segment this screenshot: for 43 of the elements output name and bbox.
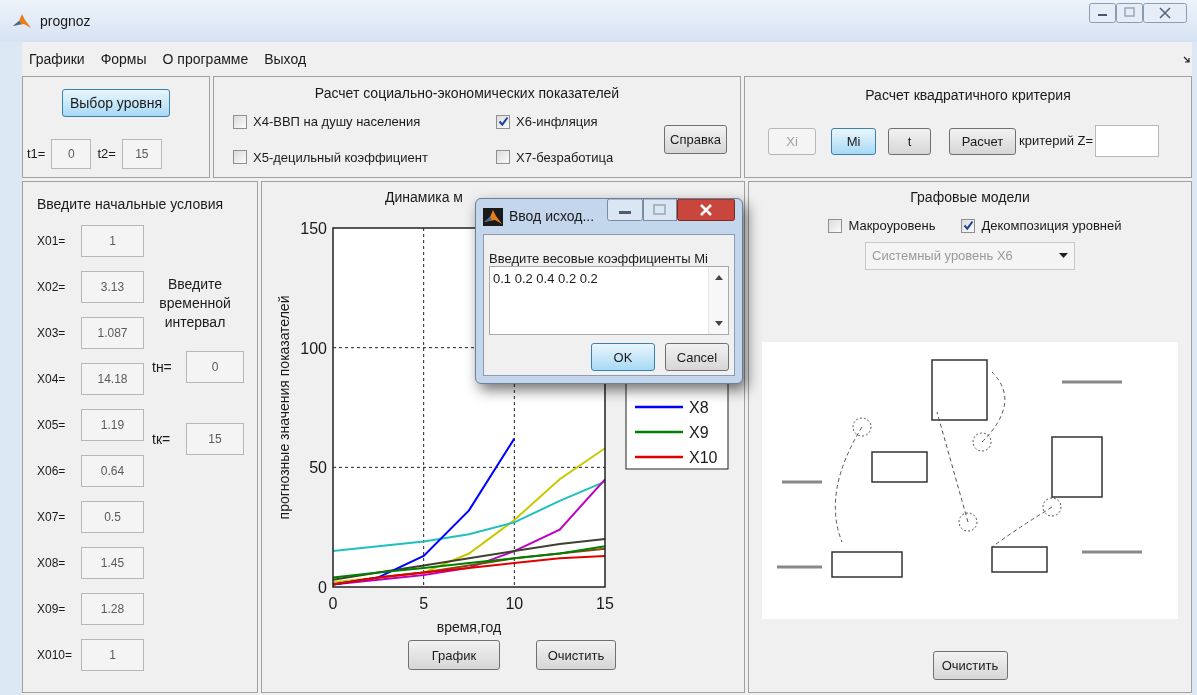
field-label: X06=: [37, 463, 67, 480]
panel-title: Графовые модели: [910, 188, 1030, 207]
window-title: prognoz: [40, 11, 91, 31]
dialog-title: Ввод исход...: [509, 207, 595, 226]
checkbox-label: X7-безработица: [516, 148, 614, 167]
panel-title: Расчет квадратичного критерия: [864, 86, 1072, 105]
field-label: X04=: [37, 371, 67, 388]
checkbox-label: Макроуровень: [848, 217, 936, 235]
checkbox-label: X4-ВВП на душу населения: [253, 113, 421, 131]
legend-label: X9: [689, 424, 709, 441]
chart-title: Динамика м: [385, 189, 463, 205]
tick-label: 150: [300, 220, 327, 237]
field-label: tн=: [152, 357, 173, 377]
field-label: t2=: [97, 145, 116, 164]
field-label: X02=: [37, 279, 67, 296]
axis-label: время,год: [436, 619, 502, 635]
checkbox-label: Декомпозиция уровней: [981, 217, 1122, 235]
section-label: Введите временной интервал: [158, 275, 232, 332]
field-label: X08=: [37, 555, 67, 572]
panel-title: Расчет социально-экономических показателей: [313, 84, 621, 103]
field-label: X05=: [37, 417, 67, 434]
tick-label: 5: [419, 595, 429, 612]
field-label: X09=: [37, 601, 67, 618]
field-label: tк=: [152, 429, 172, 449]
tick-label: 50: [309, 459, 327, 477]
axis-label: прогнозные значения показателей: [276, 295, 292, 520]
checkbox-label: X5-децильный коэффициент: [253, 148, 428, 167]
tick-label: 10: [505, 595, 524, 612]
checkbox-label: X6-инфляция: [516, 113, 598, 131]
panel-title: Введите начальные условия: [37, 195, 225, 214]
legend-label: X10: [689, 449, 718, 466]
field-label: X07=: [37, 509, 67, 526]
field-label: X01=: [37, 233, 67, 250]
tick-label: 0: [318, 579, 327, 596]
prompt-label: Введите весовые коэффициенты Mi: [489, 252, 709, 266]
tick-label: 15: [596, 595, 614, 612]
tick-label: 100: [300, 339, 327, 357]
field-label: критерий Z=: [1019, 132, 1094, 151]
tick-label: 0: [328, 595, 338, 612]
field-label: t1=: [27, 145, 46, 164]
field-label: X03=: [37, 325, 67, 342]
legend-label: X8: [689, 399, 709, 416]
field-label: X010=: [37, 647, 74, 664]
